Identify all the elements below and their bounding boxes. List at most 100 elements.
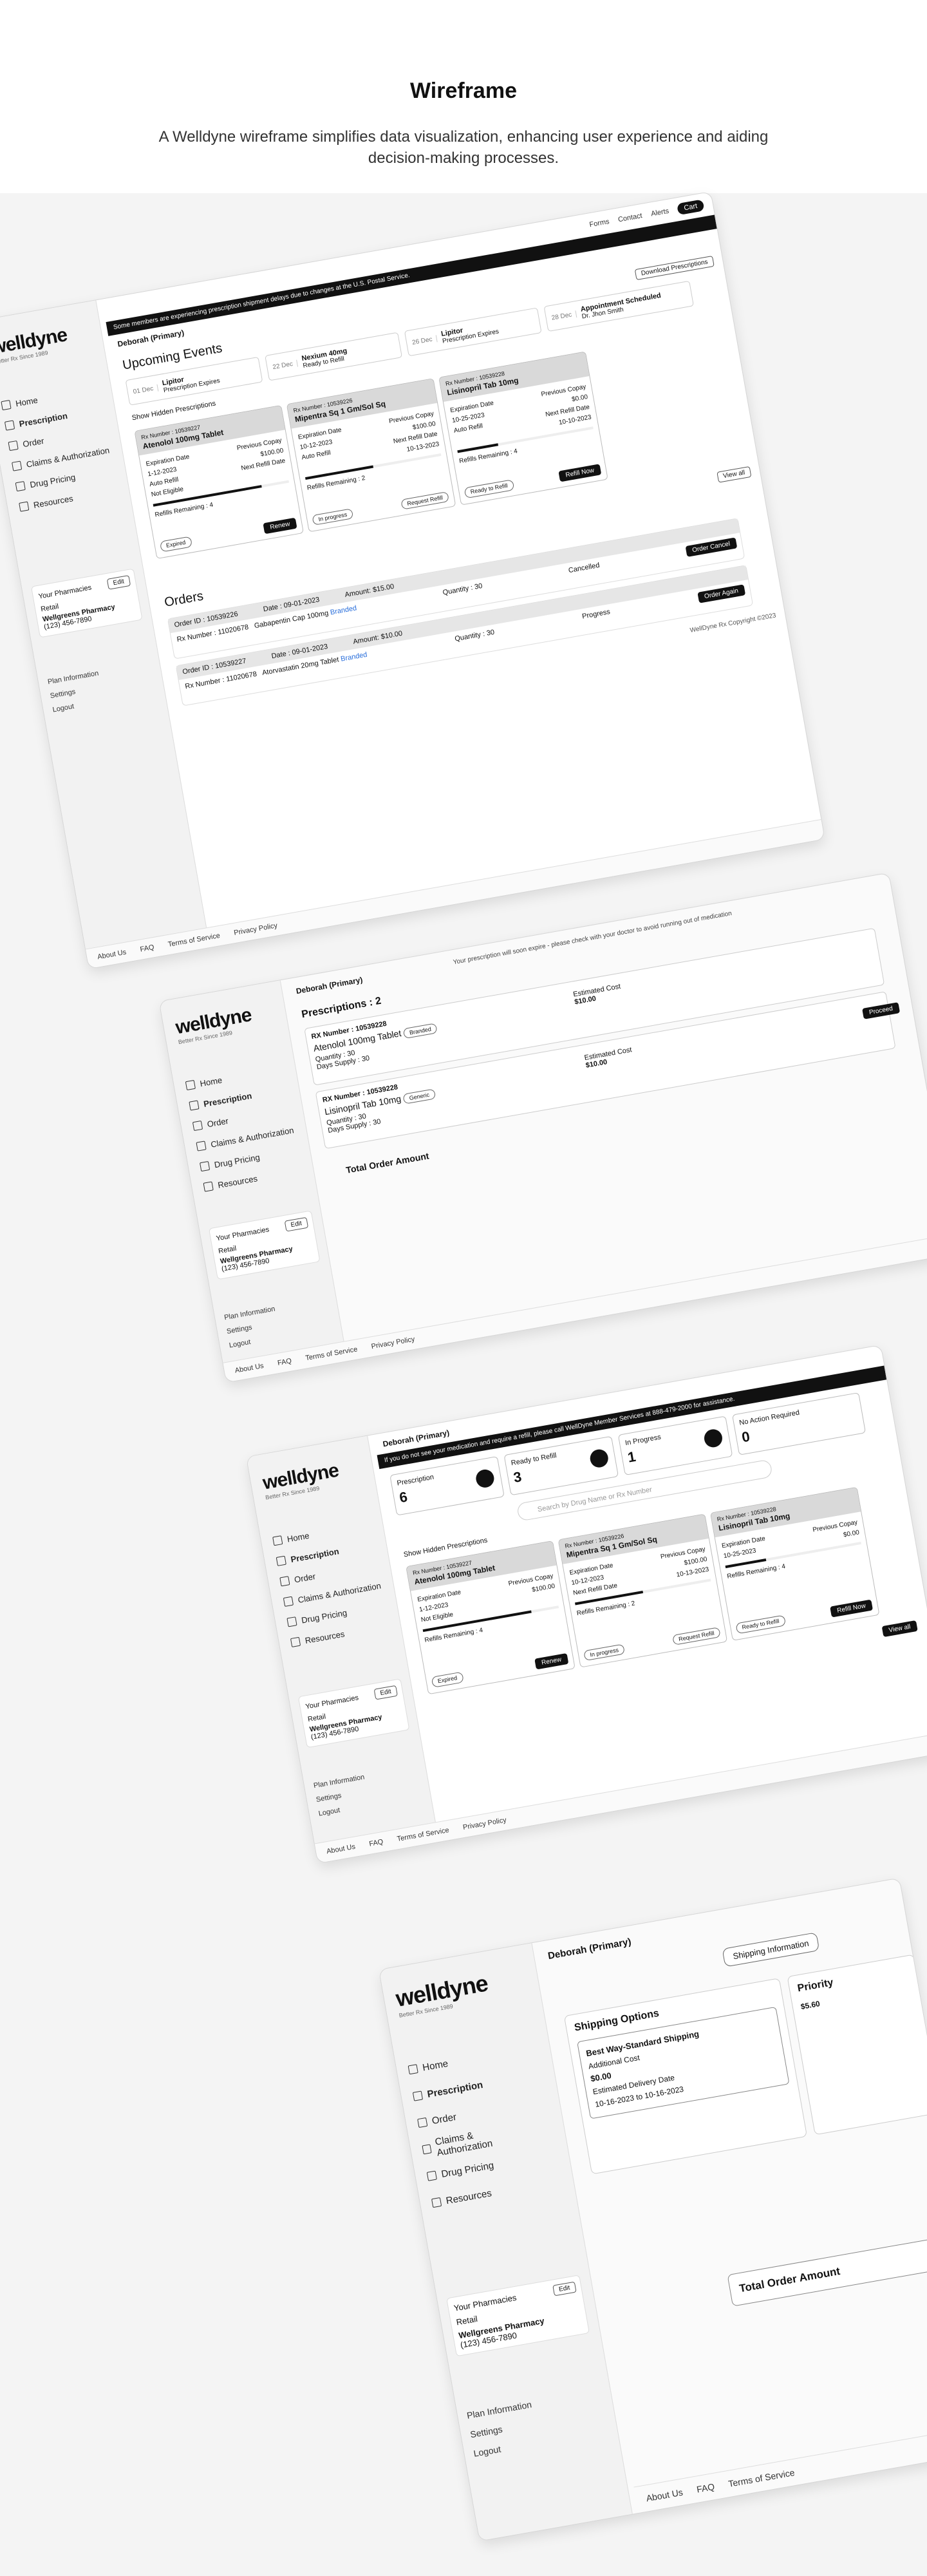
status-badge: Expired bbox=[431, 1671, 464, 1688]
refill-now-button[interactable]: Refill Now bbox=[558, 464, 602, 482]
logo: welldyne Better Rx Since 1989 bbox=[174, 1004, 253, 1046]
home-icon bbox=[407, 2064, 418, 2075]
sidebar-nav: Home Prescription Order Claims & Authori… bbox=[272, 1513, 395, 1653]
cart-button[interactable]: Cart bbox=[677, 199, 705, 216]
order-icon bbox=[279, 1576, 290, 1587]
sidebar-links: Plan Information Settings Logout bbox=[223, 1293, 332, 1353]
about-link[interactable]: About Us bbox=[645, 2487, 683, 2504]
pharmacy-panel: Your Pharmacies Edit Retail Wellgreens Ph… bbox=[208, 1210, 321, 1280]
sidebar-links: Plan Information Settings Logout bbox=[312, 1761, 421, 1821]
order-icon bbox=[417, 2117, 428, 2128]
copyright: WellDyne Rx Copyright ©2023 bbox=[689, 612, 777, 634]
edit-pharmacy-button[interactable]: Edit bbox=[552, 2281, 577, 2297]
home-icon bbox=[1, 399, 12, 411]
pricing-icon bbox=[426, 2170, 437, 2181]
renew-button[interactable]: Renew bbox=[534, 1653, 569, 1670]
about-link[interactable]: About Us bbox=[97, 949, 127, 961]
home-icon bbox=[185, 1079, 196, 1091]
alerts-link[interactable]: Alerts bbox=[650, 207, 670, 218]
pricing-icon bbox=[286, 1616, 297, 1627]
sidebar-nav: Home Prescription Order Claims & Authori… bbox=[0, 378, 123, 518]
prescriptions-main: Deborah (Primary) Your prescription will… bbox=[286, 873, 927, 1360]
request-refill-button[interactable]: Request Refill bbox=[400, 491, 449, 510]
view-all-button[interactable]: View all bbox=[881, 1620, 918, 1638]
order-icon bbox=[192, 1120, 203, 1132]
download-prescriptions-button[interactable]: Download Prescriptions bbox=[634, 255, 715, 281]
resources-icon bbox=[19, 501, 30, 512]
resources-icon bbox=[290, 1636, 301, 1647]
event-item[interactable]: 26 Dec Lipitor Prescription Expires bbox=[404, 307, 542, 357]
pharmacy-panel: Your Pharmacies Edit Retail Wellgreens Ph… bbox=[297, 1678, 410, 1748]
order-cancel-button[interactable]: Order Cancel bbox=[685, 537, 738, 557]
step-shipping-information[interactable]: Shipping Information bbox=[722, 1932, 820, 1967]
claims-icon bbox=[422, 2144, 432, 2155]
edit-pharmacy-button[interactable]: Edit bbox=[106, 574, 131, 590]
renew-button[interactable]: Renew bbox=[263, 517, 297, 535]
logo: welldyne Better Rx Since 1989 bbox=[0, 324, 69, 366]
shipping-option-priority[interactable]: Priority $5.60 bbox=[787, 1954, 927, 2136]
logo: welldyne Better Rx Since 1989 bbox=[261, 1459, 341, 1501]
privacy-link[interactable]: Privacy Policy bbox=[371, 1336, 416, 1351]
prescription-card: Rx Number : 10539227 Atenolol 100mg Table… bbox=[406, 1540, 576, 1695]
prescription-icon bbox=[189, 1100, 200, 1111]
stat-prescription[interactable]: Prescription 6 bbox=[389, 1456, 505, 1516]
pricing-icon bbox=[199, 1160, 211, 1172]
refill-now-button[interactable]: Refill Now bbox=[830, 1599, 874, 1618]
order-icon bbox=[8, 440, 19, 451]
faq-link[interactable]: FAQ bbox=[369, 1838, 384, 1848]
sidebar-links: Plan Information Settings Logout bbox=[465, 2388, 577, 2463]
page-title: Wireframe bbox=[410, 79, 517, 103]
prescription-card: Rx Number : 10539226 Mipentra Sq 1 Gm/Sol… bbox=[286, 378, 456, 533]
contact-link[interactable]: Contact bbox=[617, 212, 642, 223]
privacy-link[interactable]: Privacy Policy bbox=[233, 922, 278, 937]
faq-link[interactable]: FAQ bbox=[277, 1357, 292, 1367]
claims-icon bbox=[196, 1141, 207, 1151]
pharmacy-panel: Your Pharmacies Edit Retail Wellgreens Ph… bbox=[30, 568, 143, 638]
about-link[interactable]: About Us bbox=[234, 1362, 265, 1375]
status-badge: In progress bbox=[583, 1643, 626, 1662]
dashboard-mockup: welldyne Better Rx Since 1989 Home Prescr… bbox=[0, 191, 825, 970]
pharmacy-panel: Your Pharmacies Edit Retail Wellgreens Ph… bbox=[446, 2275, 590, 2357]
page-subtitle: A Welldyne wireframe simplifies data vis… bbox=[158, 128, 769, 167]
resources-icon bbox=[203, 1181, 214, 1192]
shipping-mockup: welldyne Better Rx Since 1989 Home Prescr… bbox=[378, 1877, 927, 2542]
event-item[interactable]: 28 Dec Appointment Scheduled Dr. Jhon Smit… bbox=[543, 280, 694, 332]
sidebar-nav: Home Prescription Order Claims & Authori… bbox=[406, 2039, 536, 2217]
hero-section: Wireframe A Welldyne wireframe simplifie… bbox=[0, 0, 927, 193]
about-link[interactable]: About Us bbox=[326, 1843, 356, 1856]
user-selector[interactable]: Deborah (Primary) bbox=[547, 1937, 632, 1962]
terms-link[interactable]: Terms of Service bbox=[397, 1826, 450, 1843]
terms-link[interactable]: Terms of Service bbox=[305, 1345, 359, 1362]
stat-in-progress[interactable]: In Progress 1 bbox=[617, 1416, 733, 1476]
expiry-notice: Your prescription will soon expire - ple… bbox=[453, 910, 733, 967]
terms-link[interactable]: Terms of Service bbox=[167, 932, 221, 949]
terms-link[interactable]: Terms of Service bbox=[727, 2467, 795, 2489]
privacy-link[interactable]: Privacy Policy bbox=[462, 1816, 507, 1832]
prescription-card: Rx Number : 10539228 Lisinopril Tab 10mg … bbox=[709, 1486, 880, 1641]
order-again-button[interactable]: Order Again bbox=[697, 584, 746, 603]
logo: welldyne Better Rx Since 1989 bbox=[393, 1969, 490, 2019]
total-order-amount: Total Order Amount bbox=[727, 2237, 927, 2307]
shipping-options-panel: Shipping Options Best Way-Standard Shipp… bbox=[563, 1978, 808, 2175]
edit-pharmacy-button[interactable]: Edit bbox=[284, 1217, 309, 1232]
total-order-amount: Total Order Amount bbox=[345, 1150, 430, 1175]
request-refill-button[interactable]: Request Refill bbox=[672, 1627, 721, 1645]
faq-link[interactable]: FAQ bbox=[696, 2481, 715, 2495]
stat-ready-to-refill[interactable]: Ready to Refill 3 bbox=[503, 1435, 619, 1496]
prescription-card: Rx Number : 10539228 Lisinopril Tab 10mg … bbox=[438, 351, 608, 506]
edit-pharmacy-button[interactable]: Edit bbox=[373, 1685, 398, 1700]
prescription-card: Rx Number : 10539227 Atenolol 100mg Table… bbox=[134, 404, 304, 560]
user-selector[interactable]: Deborah (Primary) bbox=[295, 975, 364, 996]
status-badge: Expired bbox=[159, 536, 192, 553]
prescription-icon bbox=[412, 2090, 424, 2101]
faq-link[interactable]: FAQ bbox=[140, 943, 155, 954]
status-badge: In progress bbox=[312, 508, 354, 526]
event-item[interactable]: 22 Dec Nexium 40mg Ready to Refill bbox=[265, 332, 402, 381]
sidebar-nav: Home Prescription Order Claims & Authori… bbox=[184, 1058, 307, 1198]
view-all-button[interactable]: View all bbox=[716, 466, 752, 483]
orders-title: Orders bbox=[163, 589, 205, 610]
claims-icon bbox=[283, 1596, 294, 1607]
prescription-list-mockup: welldyne Better Rx Since 1989 Home Prescr… bbox=[245, 1344, 927, 1864]
forms-link[interactable]: Forms bbox=[589, 218, 610, 229]
sidebar-links: Plan Information Settings Logout bbox=[46, 658, 155, 717]
